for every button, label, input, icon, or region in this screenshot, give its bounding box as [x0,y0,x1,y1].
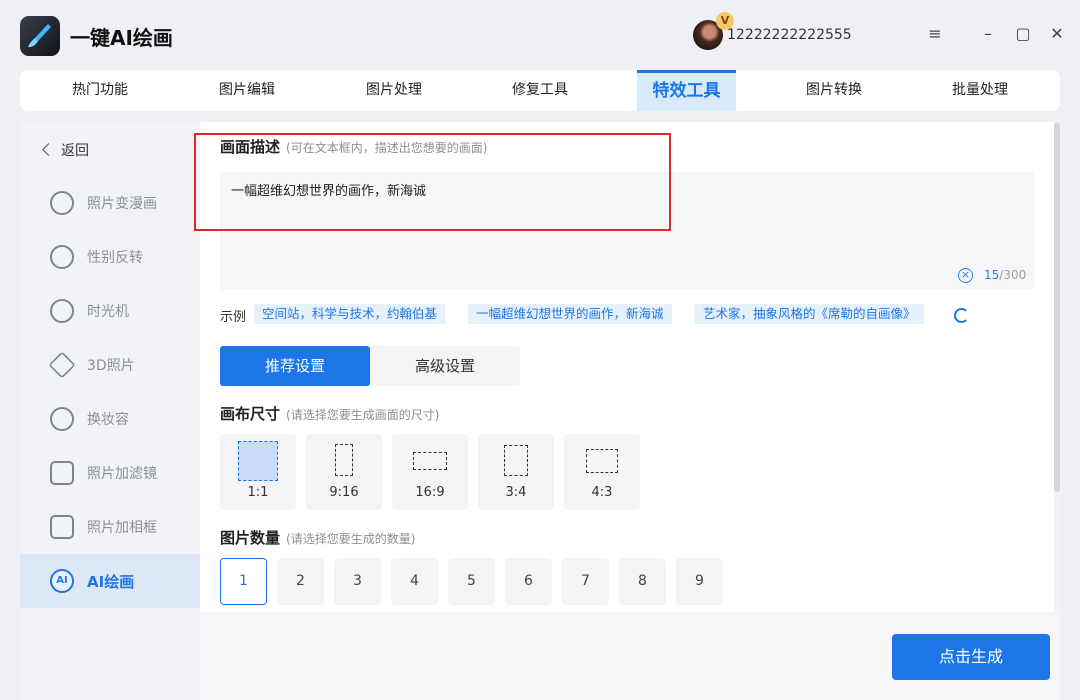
sidebar-item-label: 时光机 [87,304,129,320]
size-option-1-1[interactable]: 1:1 [220,434,296,510]
char-max: /300 [999,268,1027,282]
count-option[interactable]: 9 [676,558,723,605]
size-option-label: 16:9 [415,485,445,500]
highlight-outline [194,133,671,231]
canvas-size-title: 画布尺寸 (请选择您要生成画面的尺寸) [220,403,439,424]
clear-icon[interactable]: × [958,268,973,283]
tab-advanced-settings[interactable]: 高级设置 [370,346,520,386]
count-option[interactable]: 1 [220,558,267,605]
sidebar: 返回 照片变漫画 性别反转 时光机 3D照片 换妆容 照片加滤镜 照片加相框 A… [20,122,200,700]
char-counter: 15/300 [984,268,1026,282]
gender-icon [50,245,74,269]
ai-paint-icon: AI [50,569,74,593]
generate-button[interactable]: 点击生成 [892,634,1050,680]
size-option-label: 1:1 [247,485,269,500]
makeup-icon [50,407,74,431]
portrait-ratio-icon [335,444,353,476]
count-option[interactable]: 6 [505,558,552,605]
sidebar-item-filter[interactable]: 照片加滤镜 [20,446,200,500]
size-option-label: 3:4 [505,485,527,500]
comic-face-icon [50,191,74,215]
count-option[interactable]: 4 [391,558,438,605]
char-count: 15 [984,268,1000,282]
tab-batch-process[interactable]: 批量处理 [906,70,1054,111]
size-option-16-9[interactable]: 16:9 [392,434,468,510]
refresh-icon[interactable] [954,308,969,323]
canvas-size-title-text: 画布尺寸 [220,405,281,423]
clock-icon [50,299,74,323]
count-option[interactable]: 2 [277,558,324,605]
square-ratio-icon [238,441,278,481]
sidebar-item-label: 性别反转 [87,250,143,266]
count-option[interactable]: 3 [334,558,381,605]
example-label: 示例 [220,310,247,325]
sidebar-item-photo-to-comic[interactable]: 照片变漫画 [20,176,200,230]
canvas-size-hint: (请选择您要生成画面的尺寸) [286,408,440,422]
size-option-4-3[interactable]: 4:3 [564,434,640,510]
chevron-left-icon [42,143,55,156]
sidebar-item-label: AI绘画 [87,573,135,591]
maximize-button[interactable]: ▢ [1013,24,1033,44]
menu-icon[interactable]: ≡ [925,24,945,44]
close-button[interactable]: ✕ [1047,24,1067,44]
app-logo-icon [20,16,60,56]
size-option-label: 9:16 [329,485,359,500]
image-count-title: 图片数量 (请选择您要生成的数量) [220,527,415,548]
size-option-3-4[interactable]: 3:4 [478,434,554,510]
tab-hot-features[interactable]: 热门功能 [26,70,174,111]
count-option[interactable]: 7 [562,558,609,605]
filter-icon [50,461,74,485]
tab-image-process[interactable]: 图片处理 [320,70,468,111]
landscape-ratio-icon [413,452,447,470]
sidebar-item-label: 换妆容 [87,412,129,428]
sidebar-item-label: 3D照片 [87,358,135,374]
size-option-9-16[interactable]: 9:16 [306,434,382,510]
sidebar-item-time-machine[interactable]: 时光机 [20,284,200,338]
layers-icon [48,351,76,379]
sidebar-item-3d-photo[interactable]: 3D照片 [20,338,200,392]
size-option-label: 4:3 [591,485,613,500]
scrollbar-thumb[interactable] [1054,122,1060,492]
landscape-ratio-icon [586,449,618,473]
sidebar-item-ai-paint[interactable]: AI AI绘画 [20,554,200,608]
tab-effect-tools[interactable]: 特效工具 [637,70,736,111]
app-title: 一键AI绘画 [70,26,173,50]
minimize-button[interactable]: – [978,24,998,44]
sidebar-item-label: 照片加滤镜 [87,466,157,482]
main-nav: 热门功能 图片编辑 图片处理 修复工具 特效工具 图片转换 批量处理 [20,70,1060,111]
example-chip[interactable]: 一幅超维幻想世界的画作，新海诚 [468,304,672,324]
back-label: 返回 [61,143,89,159]
example-chip[interactable]: 艺术家，抽象风格的《席勒的自画像》 [695,304,924,324]
sidebar-item-gender-swap[interactable]: 性别反转 [20,230,200,284]
example-chip[interactable]: 空间站，科学与技术，约翰伯基 [254,304,446,324]
user-id[interactable]: 12222222222555 [727,27,852,43]
count-option[interactable]: 5 [448,558,495,605]
sidebar-item-label: 照片变漫画 [87,196,157,212]
frame-icon [50,515,74,539]
sidebar-item-makeup[interactable]: 换妆容 [20,392,200,446]
title-bar: 一键AI绘画 V 12222222222555 ≡ – ▢ ✕ [0,0,1080,70]
image-count-title-text: 图片数量 [220,529,281,547]
tab-recommended-settings[interactable]: 推荐设置 [220,346,370,386]
tab-image-convert[interactable]: 图片转换 [760,70,908,111]
tab-image-edit[interactable]: 图片编辑 [173,70,321,111]
count-option[interactable]: 8 [619,558,666,605]
back-button[interactable]: 返回 [42,140,89,160]
image-count-hint: (请选择您要生成的数量) [286,532,416,546]
sidebar-item-label: 照片加相框 [87,520,157,536]
portrait-ratio-icon [504,445,528,476]
tab-repair-tools[interactable]: 修复工具 [466,70,614,111]
sidebar-item-frame[interactable]: 照片加相框 [20,500,200,554]
